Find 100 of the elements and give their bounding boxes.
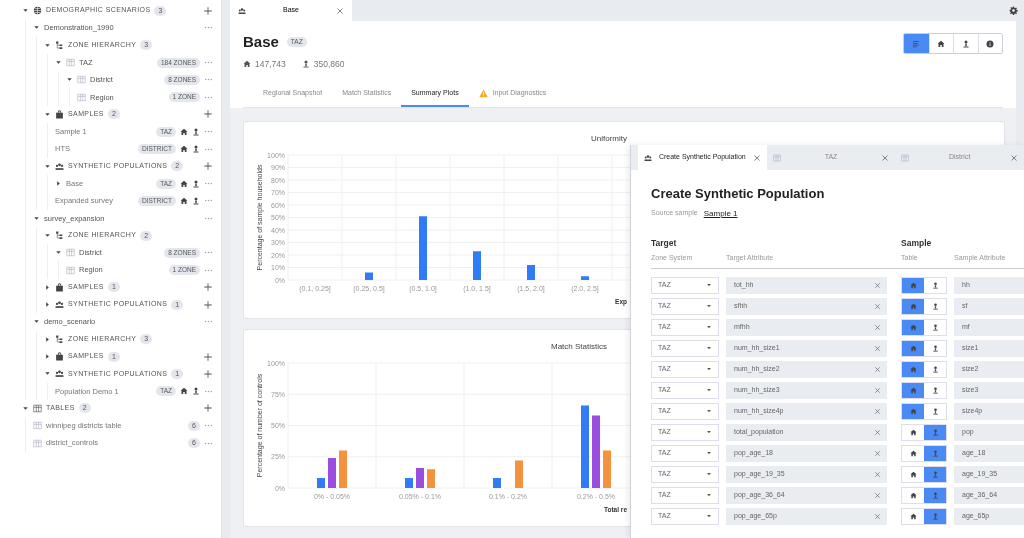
chart-bar [339,450,347,488]
close-icon[interactable] [881,153,890,162]
info-icon [986,39,995,48]
dialog-title: Create Synthetic Population [651,185,826,203]
house-icon [909,428,917,436]
person-icon [961,39,970,48]
person-toggle[interactable] [924,487,946,503]
person-icon[interactable] [192,196,200,205]
caret-icon[interactable] [55,180,62,188]
household-toggle[interactable] [902,361,924,377]
clear-icon[interactable] [874,323,881,331]
caret-icon[interactable] [44,232,51,239]
close-icon[interactable] [752,153,761,162]
house-icon [243,59,251,68]
clear-icon[interactable] [874,281,881,289]
table-icon [66,265,75,275]
person-icon [931,281,939,289]
caret-icon[interactable] [22,404,29,412]
household-toggle[interactable] [902,277,924,293]
house-icon[interactable] [180,387,188,396]
clear-icon[interactable] [874,386,881,394]
person-toggle[interactable] [924,445,946,461]
caret-icon [706,366,712,373]
table-icon [66,248,75,258]
house-icon[interactable] [180,127,188,136]
person-icon [931,344,939,352]
globe-icon [33,6,42,16]
person-icon[interactable] [192,127,200,136]
person-toggle[interactable] [924,508,946,524]
household-toggle[interactable] [902,298,924,314]
caret-icon [706,387,712,394]
caret-icon[interactable] [44,353,51,361]
person-icon [931,386,939,394]
household-toggle[interactable] [902,340,924,356]
bag-icon [55,352,64,362]
people-icon [55,161,64,171]
clear-icon[interactable] [874,302,881,310]
caret-icon[interactable] [44,110,51,118]
settings-icon[interactable] [1009,6,1018,15]
caret-icon[interactable] [44,162,51,170]
person-icon [931,449,939,457]
chart-bar [527,264,535,280]
caret-icon [706,450,712,457]
source-link[interactable]: Sample 1 [703,207,738,220]
caret-icon[interactable] [44,283,51,291]
clear-icon[interactable] [874,449,881,457]
count-text: 350,860 [313,57,345,71]
table-icon [77,75,86,85]
caret-icon[interactable] [22,7,29,15]
clear-icon[interactable] [874,491,881,499]
household-toggle[interactable] [902,319,924,335]
caret-icon[interactable] [55,249,62,257]
table-icon [33,421,42,431]
chart-title: Match Statistics [551,341,607,351]
clear-icon[interactable] [874,407,881,415]
person-toggle[interactable] [924,466,946,482]
caret-icon[interactable] [33,214,40,222]
house-icon [909,344,917,352]
caret-icon[interactable] [44,41,51,49]
caret-icon[interactable] [33,24,40,32]
chart-bar [328,457,336,488]
chart-bar [365,272,373,280]
close-icon[interactable] [1010,153,1018,162]
clear-icon[interactable] [874,512,881,520]
view-button[interactable] [977,34,1002,53]
bag-icon [55,109,64,119]
person-icon [931,512,939,520]
table-icon [66,58,75,68]
section-heading: Sample [901,236,933,250]
person-toggle[interactable] [924,424,946,440]
chart-bar [515,460,523,488]
caret-icon [706,471,712,478]
close-icon[interactable] [336,6,344,15]
house-icon [909,407,917,415]
caret-icon[interactable] [44,370,51,378]
hierarchy-icon [55,334,64,344]
table-icon [33,403,42,413]
caret-icon[interactable] [66,76,73,84]
clear-icon[interactable] [874,428,881,436]
chart-bar [416,467,424,488]
person-icon [931,470,939,478]
household-toggle[interactable] [902,382,924,398]
clear-icon[interactable] [874,344,881,352]
caret-icon [706,345,712,352]
person-icon[interactable] [192,179,200,188]
section-heading: Target [651,236,678,250]
person-icon[interactable] [192,145,200,153]
caret-icon[interactable] [44,301,51,309]
house-icon[interactable] [180,145,188,153]
caret-icon[interactable] [33,318,40,326]
house-icon[interactable] [180,179,188,188]
clear-icon[interactable] [874,365,881,373]
house-icon [909,281,917,289]
caret-icon[interactable] [44,335,51,343]
clear-icon[interactable] [874,470,881,478]
house-icon[interactable] [180,196,188,205]
person-icon[interactable] [192,387,200,396]
caret-icon[interactable] [55,59,62,67]
chart-bar [473,251,481,280]
household-toggle[interactable] [902,403,924,419]
